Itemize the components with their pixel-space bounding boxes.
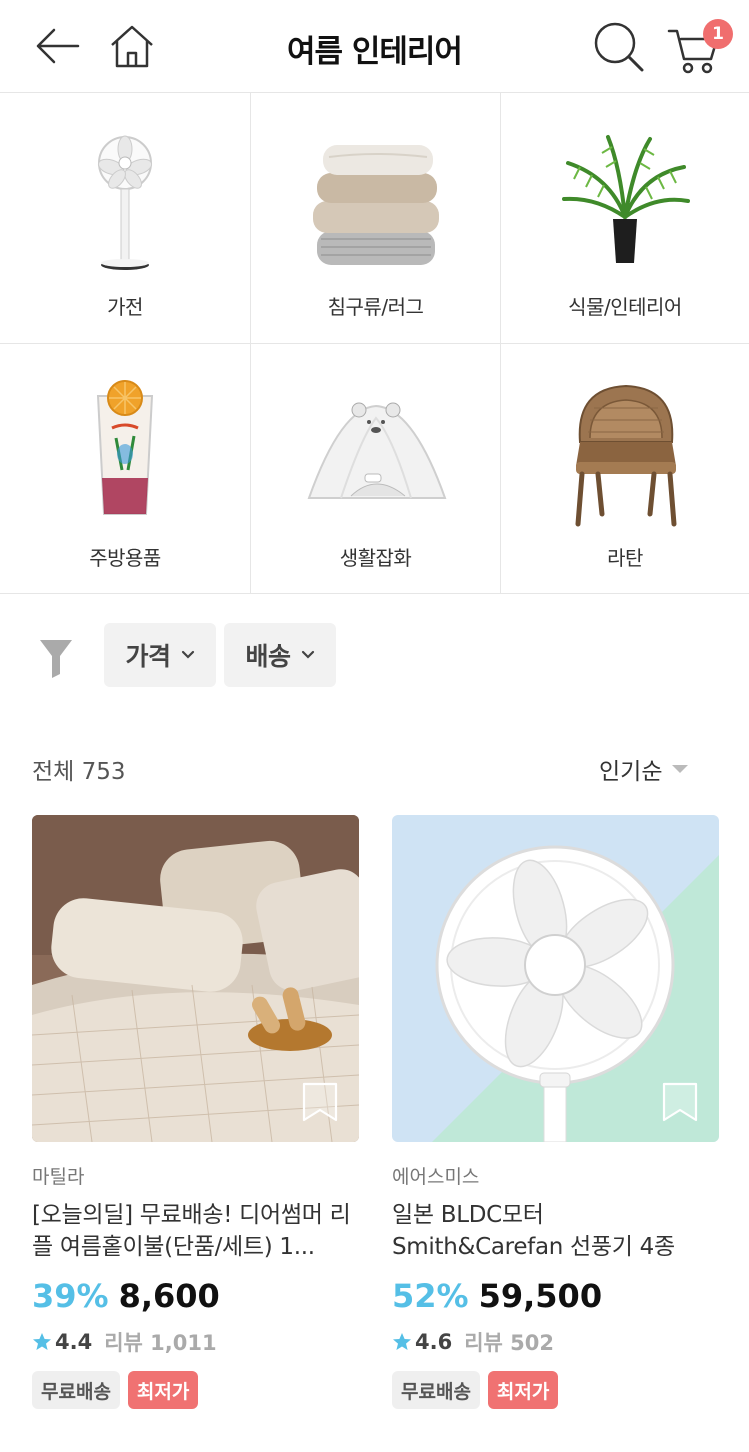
category-label: 식물/인테리어: [568, 295, 682, 319]
stand-fan-icon: [50, 127, 200, 277]
category-label: 라탄: [607, 546, 643, 570]
home-button[interactable]: [104, 18, 160, 74]
caret-down-icon: [672, 765, 689, 773]
product-image[interactable]: [32, 815, 359, 1142]
category-kitchenware[interactable]: 주방용품: [0, 344, 251, 594]
category-household-goods[interactable]: 생활잡화: [251, 344, 501, 594]
total-count: 전체 753: [32, 759, 126, 785]
price-filter-chip[interactable]: 가격: [104, 623, 216, 687]
star-icon: [33, 1333, 51, 1350]
price-row: 52% 59,500: [392, 1277, 719, 1315]
filter-funnel-icon[interactable]: [38, 638, 74, 678]
search-icon: [594, 22, 644, 72]
category-plants-interior[interactable]: 식물/인테리어: [501, 93, 749, 344]
sale-price: 8,600: [118, 1277, 220, 1315]
chevron-down-icon: [301, 650, 314, 659]
category-bedding-rugs[interactable]: 침구류/러그: [251, 93, 501, 344]
chevron-down-icon: [181, 650, 194, 659]
badge-row: 무료배송 최저가: [392, 1371, 719, 1409]
category-label: 가전: [107, 295, 143, 319]
product-name[interactable]: [오늘의딜] 무료배송! 디어썸머 리플 여름홑이불(단품/세트) 1...: [32, 1199, 359, 1263]
product-image[interactable]: [392, 815, 719, 1142]
shipping-filter-chip[interactable]: 배송: [224, 623, 336, 687]
back-arrow-icon: [36, 28, 80, 64]
category-rattan[interactable]: 라탄: [501, 344, 749, 594]
sort-dropdown[interactable]: 인기순: [599, 752, 689, 786]
review-count: 리뷰 1,011: [104, 1331, 217, 1355]
bookmark-icon[interactable]: [301, 1082, 339, 1122]
back-button[interactable]: [28, 18, 84, 74]
discount-rate: 39%: [32, 1277, 109, 1315]
rating-value: 4.4: [55, 1330, 93, 1354]
product-card[interactable]: 마틸라 [오늘의딜] 무료배송! 디어썸머 리플 여름홑이불(단품/세트) 1.…: [32, 815, 359, 1409]
star-icon: [393, 1333, 411, 1350]
category-label: 침구류/러그: [327, 295, 424, 319]
mosquito-tent-icon: [301, 378, 451, 528]
rating-value: 4.6: [415, 1330, 453, 1354]
home-icon: [111, 25, 153, 68]
top-app-bar: 여름 인테리어 1: [0, 0, 749, 93]
product-name[interactable]: 일본 BLDC모터 Smith&Carefan 선풍기 4종: [392, 1199, 719, 1263]
search-button[interactable]: [590, 18, 646, 74]
category-appliances[interactable]: 가전: [0, 93, 251, 344]
category-label: 생활잡화: [339, 546, 412, 570]
lowest-price-badge: 최저가: [487, 1371, 559, 1409]
discount-rate: 52%: [392, 1277, 469, 1315]
cart-count-badge: 1: [703, 19, 733, 49]
sort-label: 인기순: [599, 759, 663, 785]
cart-button[interactable]: 1: [664, 18, 736, 74]
lowest-price-badge: 최저가: [127, 1371, 199, 1409]
category-label: 주방용품: [89, 546, 161, 570]
category-grid: 가전 침구류/러그 식물/인테리어 주방용품 생활잡화 라탄: [0, 93, 749, 594]
badge-row: 무료배송 최저가: [32, 1371, 359, 1409]
free-shipping-badge: 무료배송: [32, 1371, 120, 1409]
rating-row: 4.6 리뷰 502: [392, 1327, 719, 1357]
review-count: 리뷰 502: [464, 1331, 554, 1355]
shipping-filter-label: 배송: [245, 642, 291, 671]
sale-price: 59,500: [478, 1277, 603, 1315]
product-card[interactable]: 에어스미스 일본 BLDC모터 Smith&Carefan 선풍기 4종 52%…: [392, 815, 719, 1409]
potted-palm-icon: [550, 127, 700, 277]
product-brand: 에어스미스: [392, 1166, 480, 1188]
rating-row: 4.4 리뷰 1,011: [32, 1327, 359, 1357]
price-row: 39% 8,600: [32, 1277, 359, 1315]
rattan-chair-icon: [550, 378, 700, 528]
product-brand: 마틸라: [32, 1166, 85, 1188]
iced-drink-glass-icon: [50, 378, 200, 528]
price-filter-label: 가격: [125, 642, 171, 671]
free-shipping-badge: 무료배송: [392, 1371, 480, 1409]
folded-blankets-icon: [301, 127, 451, 277]
bookmark-icon[interactable]: [661, 1082, 699, 1122]
